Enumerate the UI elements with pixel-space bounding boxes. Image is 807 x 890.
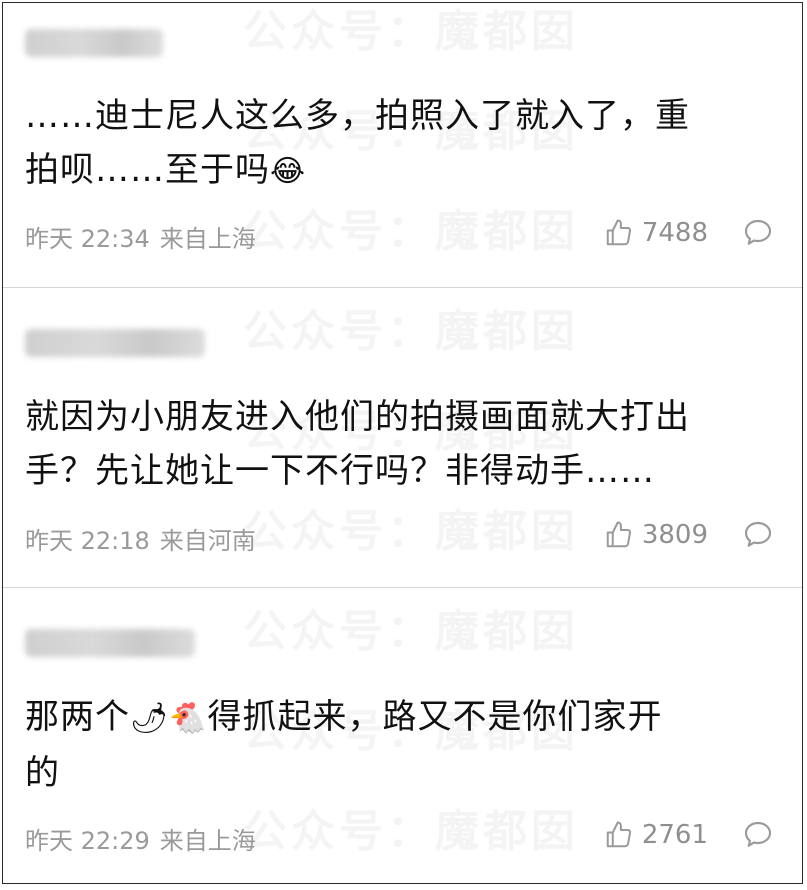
like-count: 2761 (641, 820, 708, 850)
comment-bubble-icon[interactable] (742, 519, 774, 551)
comment-text-line: 的 (25, 752, 60, 793)
like-count: 3809 (641, 520, 708, 550)
comment-location: 来自上海 (159, 827, 256, 855)
watermark: 公众号：魔都囡 (243, 595, 579, 659)
comment-text-line: 那两个 (25, 697, 130, 737)
comment-meta: 昨天 22:29 来自上海 (25, 821, 256, 856)
like-button[interactable]: 2761 (604, 820, 708, 850)
comment-text: 就因为小朋友进入他们的拍摄画面就大打出 手？先让她让一下不行吗？非得动手…… (25, 390, 784, 498)
watermark: 公众号：魔都囡 (243, 495, 579, 559)
comment-text-line: 手？先让她让一下不行吗？非得动手…… (25, 451, 655, 491)
divider (3, 587, 802, 588)
comment-meta: 昨天 22:18 来自河南 (25, 521, 256, 556)
comment-location: 来自河南 (159, 527, 256, 555)
comment-item: 那两个🌶🐔得抓起来，路又不是你们家开 的 昨天 22:29 来自上海 2761 (3, 3, 802, 855)
blurred-username[interactable] (25, 329, 205, 357)
chicken-emoji-icon: 🐔 (169, 700, 208, 736)
comment-time: 昨天 22:29 (25, 827, 150, 855)
comment-time: 昨天 22:18 (25, 527, 150, 555)
comment-text: 那两个🌶🐔得抓起来，路又不是你们家开 的 (25, 690, 784, 800)
blurred-username[interactable] (25, 629, 195, 657)
comment-text-line: 就因为小朋友进入他们的拍摄画面就大打出 (25, 397, 690, 437)
chili-pepper-emoji-icon: 🌶 (130, 700, 170, 736)
comment-bubble-icon[interactable] (742, 819, 774, 851)
thumbs-up-icon (606, 521, 631, 548)
comment-text-line: 得抓起来，路又不是你们家开 (207, 697, 663, 737)
like-button[interactable]: 3809 (604, 520, 708, 550)
thumbs-up-icon (606, 821, 631, 848)
watermark: 公众号：魔都囡 (243, 795, 579, 859)
watermark: 公众号：魔都囡 (243, 295, 579, 359)
comment-list: 公众号：魔都囡 公众号：魔都囡 公众号：魔都囡 公众号：魔都囡 公众号：魔都囡 … (2, 2, 803, 884)
